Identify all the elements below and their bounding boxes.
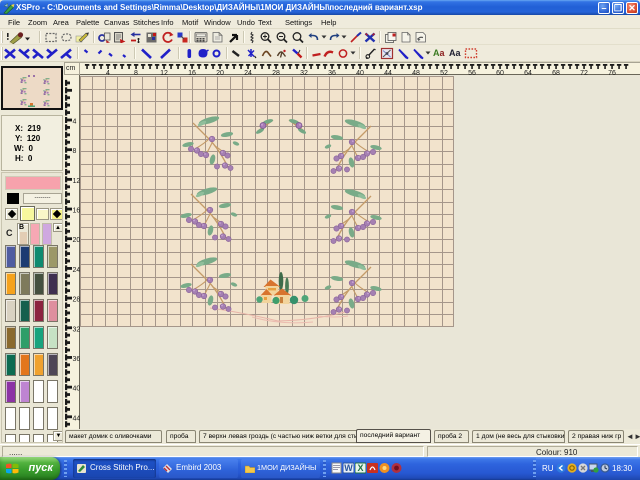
svg-text:X: X <box>357 463 363 473</box>
svg-text:12: 12 <box>73 178 81 185</box>
svg-text:W: W <box>344 463 353 473</box>
svg-text:28: 28 <box>73 297 81 304</box>
svg-text:4: 4 <box>73 119 77 126</box>
svg-text:44: 44 <box>73 415 81 422</box>
svg-text:40: 40 <box>73 386 81 393</box>
svg-text:20: 20 <box>73 237 81 244</box>
svg-text:8: 8 <box>73 148 77 155</box>
svg-text:16: 16 <box>73 208 81 215</box>
svg-text:36: 36 <box>73 356 81 363</box>
svg-text:32: 32 <box>73 326 81 333</box>
svg-text:24: 24 <box>73 267 81 274</box>
